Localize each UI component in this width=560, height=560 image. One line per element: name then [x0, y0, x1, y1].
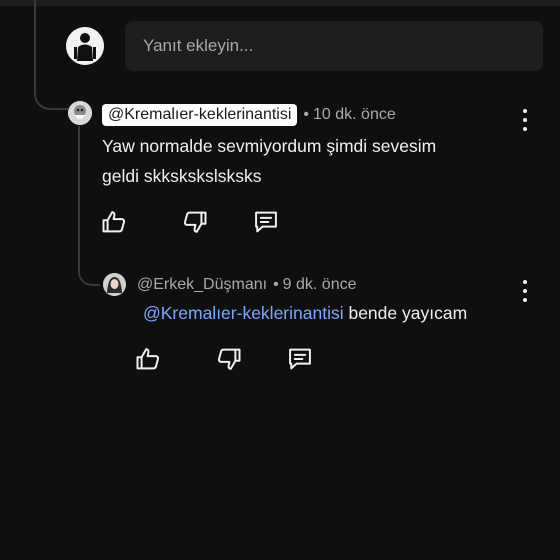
reply-input[interactable]: Yanıt ekleyin...	[125, 21, 543, 71]
comment-body: Yaw normalde sevmiyordum şimdi sevesim g…	[102, 131, 436, 191]
comment-icon[interactable]	[286, 345, 314, 373]
thumbs-down-icon[interactable]	[181, 208, 209, 236]
reply-author-name[interactable]: @Erkek_Düşmanı	[137, 276, 267, 294]
top-divider	[0, 0, 560, 6]
comment-text-line: Yaw normalde sevmiyordum şimdi sevesim	[102, 136, 437, 156]
comment-meta: @Kremalıer-keklerinantisi • 10 dk. önce	[102, 104, 396, 126]
thread-connector	[78, 252, 100, 286]
comment-author-avatar[interactable]	[68, 101, 92, 125]
thread-connector	[34, 80, 68, 110]
reply-author-avatar[interactable]	[103, 273, 126, 296]
thumbs-up-icon[interactable]	[100, 208, 128, 236]
comment-icon[interactable]	[252, 208, 280, 236]
mention-link[interactable]: @Kremalıer-keklerinantisi	[143, 303, 344, 323]
reply-timestamp[interactable]: 9 dk. önce	[283, 276, 357, 294]
comment-timestamp[interactable]: 10 dk. önce	[313, 106, 396, 124]
meta-separator: •	[273, 276, 279, 293]
thumbs-up-icon[interactable]	[134, 345, 162, 373]
thumbs-down-icon[interactable]	[215, 345, 243, 373]
more-vertical-icon[interactable]	[518, 109, 532, 131]
comment-text-line: geldi skkskskslsksks	[102, 166, 262, 186]
more-vertical-icon[interactable]	[518, 280, 532, 302]
reply-input-placeholder: Yanıt ekleyin...	[143, 36, 254, 55]
comment-author-name[interactable]: @Kremalıer-keklerinantisi	[102, 104, 298, 126]
meta-separator: •	[303, 106, 310, 123]
thread-line	[78, 126, 80, 266]
reply-body: @Kremalıer-keklerinantisi bende yayıcam	[143, 298, 467, 328]
reply-text: bende yayıcam	[343, 303, 468, 323]
user-avatar	[66, 27, 104, 65]
reply-meta: @Erkek_Düşmanı • 9 dk. önce	[137, 276, 357, 294]
